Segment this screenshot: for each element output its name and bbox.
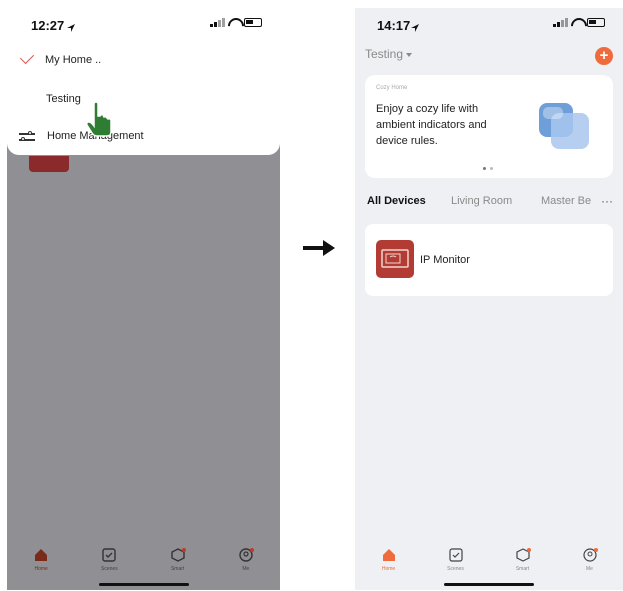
tab-label: Smart bbox=[170, 566, 185, 572]
location-arrow-icon bbox=[411, 19, 419, 37]
tab-me[interactable]: Me bbox=[570, 548, 610, 572]
more-icon[interactable]: ··· bbox=[601, 194, 613, 208]
wifi-icon bbox=[228, 18, 240, 27]
home-switcher-menu: 12:27 My Home .. Testing Home Management bbox=[7, 8, 280, 155]
left-phone-screen: 12:27 My Home .. Testing Home Management bbox=[7, 8, 280, 590]
device-card[interactable]: IP Monitor bbox=[365, 224, 613, 296]
signal-icon bbox=[210, 18, 225, 27]
smart-icon bbox=[170, 548, 186, 562]
tab-master-bedroom[interactable]: Master Be bbox=[541, 195, 591, 207]
tab-home[interactable]: Home bbox=[21, 548, 61, 572]
tab-smart[interactable]: Smart bbox=[158, 548, 198, 572]
menu-item-label: My Home .. bbox=[45, 54, 102, 66]
monitor-icon bbox=[376, 240, 414, 278]
signal-icon bbox=[553, 18, 568, 27]
menu-item-label: Testing bbox=[46, 93, 81, 105]
home-icon bbox=[382, 548, 396, 562]
room-tabs: All Devices Living Room Master Be bbox=[367, 195, 617, 213]
right-phone-screen: 14:17 Testing + Cozy Home Enjoy a cozy l… bbox=[355, 8, 623, 590]
tab-label: Smart bbox=[515, 566, 530, 572]
bottom-tab-bar: Home Scenes Smart Me bbox=[355, 538, 623, 590]
wifi-icon bbox=[571, 18, 583, 27]
tab-label: Me bbox=[586, 566, 593, 572]
sliders-icon bbox=[19, 131, 35, 142]
home-indicator bbox=[98, 583, 189, 586]
tab-scenes[interactable]: Scenes bbox=[89, 548, 129, 572]
battery-icon bbox=[587, 18, 605, 27]
home-icon bbox=[34, 548, 48, 562]
check-square-icon bbox=[102, 548, 117, 562]
tab-all-devices[interactable]: All Devices bbox=[367, 195, 426, 207]
check-square-icon bbox=[448, 548, 463, 562]
status-time: 12:27 bbox=[31, 18, 65, 33]
status-bar: 12:27 bbox=[7, 8, 280, 38]
banner-tag: Cozy Home bbox=[376, 85, 408, 91]
battery-icon bbox=[244, 18, 262, 27]
device-name: IP Monitor bbox=[420, 254, 470, 266]
home-indicator bbox=[444, 583, 534, 586]
tab-label: Me bbox=[242, 566, 250, 572]
tab-living-room[interactable]: Living Room bbox=[451, 195, 512, 207]
tab-me[interactable]: Me bbox=[226, 548, 266, 572]
profile-icon bbox=[582, 548, 598, 562]
transition-arrow-icon bbox=[303, 240, 335, 256]
add-device-button[interactable]: + bbox=[595, 47, 613, 65]
promo-banner[interactable]: Cozy Home Enjoy a cozy life with ambient… bbox=[365, 75, 613, 178]
background-device-card bbox=[29, 156, 69, 172]
banner-text: Enjoy a cozy life with ambient indicator… bbox=[376, 103, 487, 147]
tab-label: Scenes bbox=[101, 566, 118, 572]
menu-item-home-management[interactable]: Home Management bbox=[7, 124, 280, 150]
tab-label: Scenes bbox=[447, 566, 464, 572]
home-selector[interactable]: Testing bbox=[365, 47, 413, 61]
location-arrow-icon bbox=[67, 19, 75, 37]
status-bar: 14:17 bbox=[355, 8, 623, 38]
caret-down-icon bbox=[406, 52, 413, 57]
check-icon bbox=[19, 49, 35, 65]
profile-icon bbox=[239, 548, 254, 562]
tab-smart[interactable]: Smart bbox=[503, 548, 543, 572]
carousel-dots bbox=[483, 167, 493, 170]
status-icons bbox=[210, 18, 262, 27]
bottom-tab-bar: Home Scenes Smart Me bbox=[7, 538, 280, 590]
status-time: 14:17 bbox=[377, 18, 411, 33]
tab-home[interactable]: Home bbox=[369, 548, 409, 572]
tab-label: Home bbox=[381, 566, 396, 572]
menu-item-testing[interactable]: Testing bbox=[7, 87, 280, 113]
home-name: Testing bbox=[365, 47, 404, 61]
tab-label: Home bbox=[34, 566, 48, 572]
menu-item-my-home[interactable]: My Home .. bbox=[7, 48, 280, 74]
hand-pointer-icon bbox=[85, 101, 115, 138]
cube-illustration-icon bbox=[533, 95, 595, 153]
smart-icon bbox=[515, 548, 531, 562]
status-icons bbox=[553, 18, 605, 27]
tab-scenes[interactable]: Scenes bbox=[436, 548, 476, 572]
